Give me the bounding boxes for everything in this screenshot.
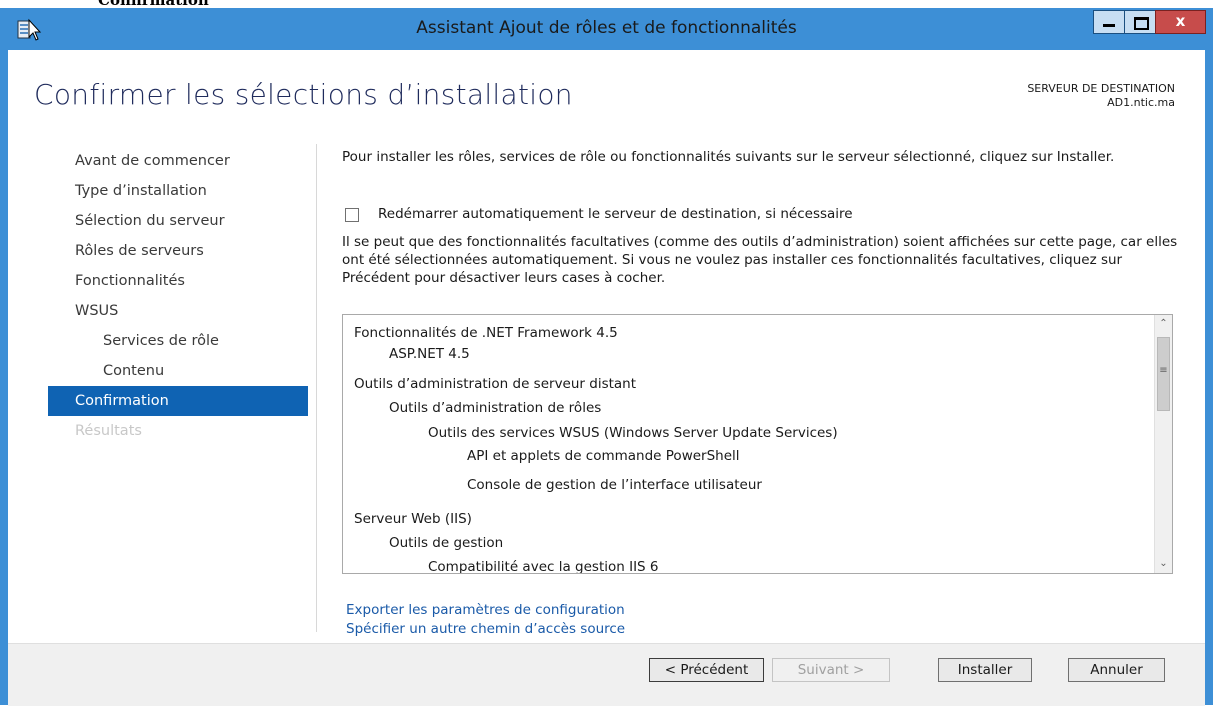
top-strip: Confirmation [0,0,1213,8]
page-title: Confirmer les sélections d’installation [34,78,573,111]
list-item: ASP.NET 4.5 [389,346,470,362]
close-button[interactable]: x [1155,10,1206,34]
grip-icon: ≡ [1159,365,1168,376]
nav-item-confirmation[interactable]: Confirmation [48,386,308,416]
window-title: Assistant Ajout de rôles et de fonctionn… [416,18,797,38]
top-strip-text: Confirmation [98,0,209,8]
export-settings-link[interactable]: Exporter les paramètres de configuration [346,602,625,618]
maximize-icon [1134,17,1149,30]
wizard-content: Confirmer les sélections d’installation … [8,50,1205,706]
wizard-window: Assistant Ajout de rôles et de fonctionn… [0,8,1213,706]
list-item: Outils d’administration de rôles [389,400,602,416]
selections-list-content: Fonctionnalités de .NET Framework 4.5 AS… [343,315,1154,573]
nav-item-type-installation[interactable]: Type d’installation [48,176,308,206]
list-item: Outils des services WSUS (Windows Server… [428,425,838,441]
scroll-up-icon[interactable]: ⌃ [1155,315,1172,333]
install-button[interactable]: Installer [938,658,1032,682]
alternate-source-path-link[interactable]: Spécifier un autre chemin d’accès source [346,621,625,637]
intro-text: Pour installer les rôles, services de rô… [342,149,1115,165]
nav-item-wsus[interactable]: WSUS [48,296,308,326]
previous-button[interactable]: < Précédent [649,658,764,682]
nav-item-roles-serveurs[interactable]: Rôles de serveurs [48,236,308,266]
nav-divider [316,144,317,632]
maximize-button[interactable] [1124,10,1156,34]
nav-item-fonctionnalites[interactable]: Fonctionnalités [48,266,308,296]
list-item: Outils de gestion [389,535,504,551]
nav-item-resultats: Résultats [75,423,142,439]
list-item: API et applets de commande PowerShell [467,448,740,464]
minimize-button[interactable] [1093,10,1125,34]
nav-item-services-de-role[interactable]: Services de rôle [48,326,308,356]
restart-checkbox[interactable] [345,208,359,222]
list-item: Compatibilité avec la gestion IIS 6 [428,559,659,573]
list-item: Serveur Web (IIS) [354,511,472,527]
vertical-scrollbar[interactable]: ⌃ ≡ ⌄ [1154,315,1172,573]
destination-server-label: SERVEUR DE DESTINATION [1027,82,1175,95]
list-item: Fonctionnalités de .NET Framework 4.5 [354,325,618,341]
next-button: Suivant > [772,658,890,682]
restart-checkbox-label[interactable]: Redémarrer automatiquement le serveur de… [378,206,853,222]
selections-list[interactable]: Fonctionnalités de .NET Framework 4.5 AS… [342,314,1173,574]
cancel-button[interactable]: Annuler [1068,658,1165,682]
destination-server-name: AD1.ntic.ma [1107,96,1175,109]
close-icon: x [1175,12,1186,30]
title-bar[interactable]: Assistant Ajout de rôles et de fonctionn… [0,8,1213,50]
list-item: Outils d’administration de serveur dista… [354,376,637,392]
scrollbar-thumb[interactable]: ≡ [1157,337,1170,411]
minimize-icon [1103,24,1115,27]
list-item: Console de gestion de l’interface utilis… [467,477,762,493]
optional-features-note: Il se peut que des fonctionnalités facul… [342,234,1178,286]
nav-item-selection-serveur[interactable]: Sélection du serveur [48,206,308,236]
wizard-footer: < Précédent Suivant > Installer Annuler [8,643,1205,706]
scroll-down-icon[interactable]: ⌄ [1155,555,1172,573]
nav-item-avant-de-commencer[interactable]: Avant de commencer [48,146,308,176]
nav-item-contenu[interactable]: Contenu [48,356,308,386]
